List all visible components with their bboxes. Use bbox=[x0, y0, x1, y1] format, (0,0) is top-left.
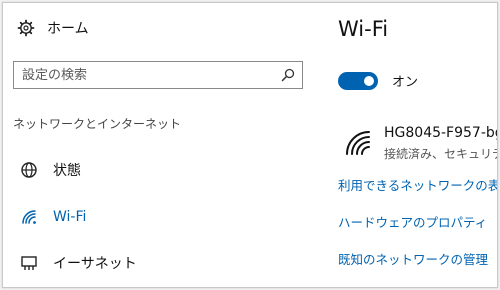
settings-window: ホーム ネットワークとインターネット 状態 bbox=[2, 2, 498, 288]
home-label: ホーム bbox=[47, 21, 89, 37]
show-available-networks-link[interactable]: 利用できるネットワークの表 bbox=[338, 175, 497, 194]
network-status: 接続済み、セキュリテ bbox=[384, 147, 498, 161]
wifi-icon bbox=[19, 207, 39, 227]
search-icon[interactable] bbox=[280, 67, 296, 83]
main-panel: Wi-Fi オン HG8045-F957-bg 接続済み、セキュリテ 利用できる… bbox=[338, 3, 498, 287]
wifi-signal-icon bbox=[344, 129, 372, 157]
page-title: Wi-Fi bbox=[338, 17, 389, 41]
sidebar-item-wifi[interactable]: Wi-Fi bbox=[3, 200, 323, 234]
wifi-toggle-row: オン bbox=[338, 71, 418, 90]
gear-icon bbox=[17, 19, 35, 37]
hardware-properties-link[interactable]: ハードウェアのプロパティ bbox=[338, 212, 487, 231]
sidebar-item-label: イーサネット bbox=[53, 256, 137, 272]
sidebar-item-status[interactable]: 状態 bbox=[3, 153, 323, 187]
globe-icon bbox=[19, 160, 39, 180]
connected-network[interactable]: HG8045-F957-bg 接続済み、セキュリテ bbox=[338, 123, 498, 167]
toggle-state-label: オン bbox=[392, 75, 419, 90]
sidebar: ホーム ネットワークとインターネット 状態 bbox=[3, 3, 333, 287]
home-nav-item[interactable]: ホーム bbox=[17, 17, 89, 39]
sidebar-item-ethernet[interactable]: イーサネット bbox=[3, 246, 323, 280]
wifi-toggle[interactable] bbox=[338, 71, 378, 90]
sidebar-item-label: 状態 bbox=[53, 163, 81, 179]
manage-known-networks-link[interactable]: 既知のネットワークの管理 bbox=[338, 249, 488, 268]
section-header: ネットワークとインターネット bbox=[13, 117, 182, 131]
search-box[interactable] bbox=[13, 61, 303, 89]
network-name: HG8045-F957-bg bbox=[384, 125, 498, 141]
search-input[interactable] bbox=[14, 61, 280, 89]
sidebar-item-label: Wi-Fi bbox=[53, 209, 87, 225]
toggle-knob bbox=[364, 75, 374, 86]
ethernet-icon bbox=[19, 253, 39, 273]
